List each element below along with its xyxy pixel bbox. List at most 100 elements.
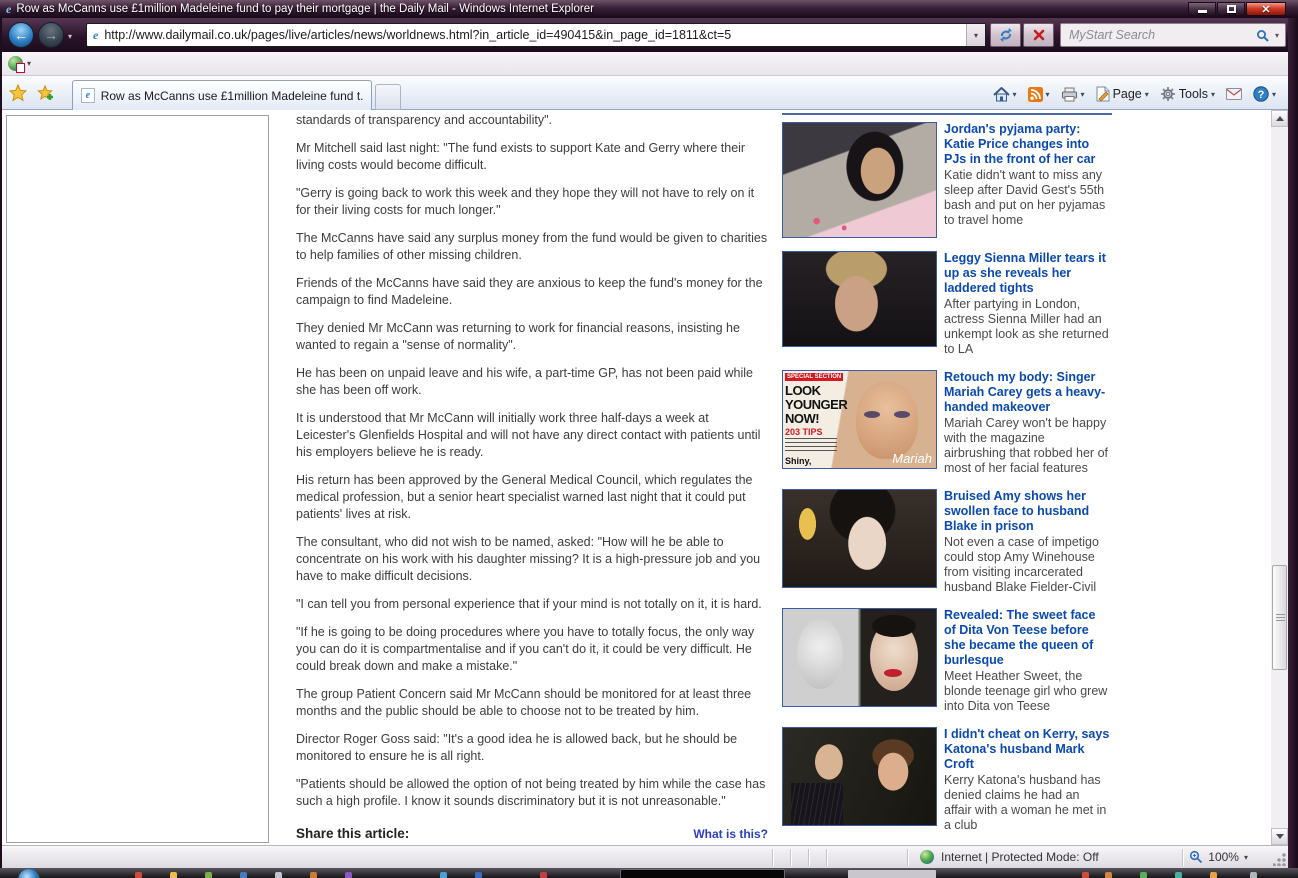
story-thumbnail-amy-winehouse[interactable]: [782, 489, 937, 588]
story-thumbnail-sienna-miller[interactable]: [782, 251, 937, 347]
stop-button[interactable]: [1023, 23, 1054, 47]
scroll-up-button[interactable]: [1271, 110, 1288, 127]
feeds-dropdown-icon[interactable]: ▾: [1046, 90, 1050, 99]
story-headline[interactable]: Jordan's pyjama party: Katie Price chang…: [944, 122, 1110, 167]
help-button[interactable]: ? ▾: [1249, 84, 1280, 104]
magazine-cover-name: Mariah: [892, 451, 932, 466]
sidebar-femail-stories: Jordan's pyjama party: Katie Price chang…: [782, 110, 1112, 845]
story-headline[interactable]: I didn't cheat on Kerry, says Katona's h…: [944, 727, 1110, 772]
taskbar-icon[interactable]: [345, 872, 352, 878]
rss-icon: [1028, 87, 1043, 102]
tray-icon[interactable]: [1175, 872, 1182, 878]
sidebar-story: SPECIAL SECTION LOOK YOUNGER NOW! 203 TI…: [782, 370, 1112, 476]
email-button[interactable]: [1222, 86, 1246, 102]
taskbar-icon[interactable]: [475, 872, 482, 878]
page-dropdown-icon[interactable]: ▾: [1145, 90, 1149, 99]
page-menu-button[interactable]: Page ▾: [1092, 84, 1153, 104]
feeds-button[interactable]: ▾: [1024, 85, 1054, 104]
story-thumbnail-katie-price[interactable]: [782, 122, 937, 238]
taskbar-window-button[interactable]: [848, 870, 936, 878]
story-thumbnail-dita-von-teese[interactable]: [782, 608, 937, 707]
tools-menu-label: Tools: [1179, 87, 1208, 101]
magazine-tips: 203 TIPS: [785, 427, 823, 437]
minimize-button[interactable]: [1188, 2, 1216, 16]
tray-icon[interactable]: [1105, 872, 1112, 878]
favorites-button[interactable]: [6, 82, 30, 104]
tools-dropdown-icon[interactable]: ▾: [1211, 90, 1215, 99]
what-is-this-link[interactable]: What is this?: [693, 827, 768, 841]
resize-grip[interactable]: [1273, 853, 1286, 866]
taskbar-icon[interactable]: [240, 872, 247, 878]
scrollbar-thumb[interactable]: [1272, 565, 1287, 670]
sidebar-story: Leggy Sienna Miller tears it up as she r…: [782, 251, 1112, 357]
new-tab-button[interactable]: [375, 84, 401, 110]
taskbar-icon[interactable]: [275, 872, 282, 878]
url-input[interactable]: [104, 28, 966, 42]
stop-icon: [1033, 29, 1045, 41]
address-dropdown-icon[interactable]: ▾: [966, 24, 985, 46]
minimize-icon: [1198, 10, 1207, 13]
maximize-button[interactable]: [1217, 2, 1245, 16]
gear-icon: [1160, 86, 1176, 102]
story-blurb: Meet Heather Sweet, the blonde teenage g…: [944, 669, 1110, 714]
status-separator: [790, 849, 791, 866]
navigation-bar: ← → ▾ e ▾: [0, 18, 1298, 52]
add-favorite-button[interactable]: [34, 82, 58, 104]
tab-mccann-article[interactable]: e Row as McCanns use £1million Madeleine…: [72, 80, 372, 110]
home-dropdown-icon[interactable]: ▾: [1013, 90, 1017, 99]
taskbar-icon[interactable]: [170, 872, 177, 878]
article-paragraph: It is understood that Mr McCann will ini…: [296, 410, 768, 461]
help-dropdown-icon[interactable]: ▾: [1272, 90, 1276, 99]
tray-icon[interactable]: [1082, 872, 1089, 878]
refresh-button[interactable]: [990, 23, 1021, 47]
sidebar-story: Jordan's pyjama party: Katie Price chang…: [782, 122, 1112, 238]
taskbar-icon[interactable]: [135, 872, 142, 878]
window-frame-right: [1288, 18, 1298, 868]
print-dropdown-icon[interactable]: ▾: [1081, 90, 1085, 99]
window-frame-left: [0, 18, 2, 868]
taskbar-icon[interactable]: [440, 872, 447, 878]
zoom-level: 100%: [1208, 850, 1239, 864]
search-box[interactable]: ▾: [1060, 23, 1286, 47]
sidebar-divider: [782, 113, 1112, 115]
story-thumbnail-mariah-carey[interactable]: SPECIAL SECTION LOOK YOUNGER NOW! 203 TI…: [782, 370, 937, 469]
story-thumbnail-mark-croft[interactable]: [782, 727, 937, 826]
story-headline[interactable]: Bruised Amy shows her swollen face to hu…: [944, 489, 1110, 534]
internet-zone-icon: [920, 850, 934, 864]
status-separator: [772, 849, 773, 866]
scroll-down-button[interactable]: [1271, 828, 1288, 845]
tools-menu-button[interactable]: Tools ▾: [1156, 84, 1219, 104]
search-input[interactable]: [1061, 28, 1252, 42]
story-headline[interactable]: Retouch my body: Singer Mariah Carey get…: [944, 370, 1110, 415]
sidebar-story: I didn't cheat on Kerry, says Katona's h…: [782, 727, 1112, 833]
vertical-scrollbar[interactable]: [1271, 110, 1288, 845]
forward-button[interactable]: →: [38, 22, 64, 48]
close-button[interactable]: ✕: [1246, 2, 1286, 16]
zoom-control[interactable]: 100% ▾: [1189, 850, 1248, 864]
taskbar-icon[interactable]: [540, 872, 547, 878]
print-button[interactable]: ▾: [1057, 85, 1089, 104]
tab-band: e Row as McCanns use £1million Madeleine…: [2, 76, 1288, 110]
zoom-dropdown-icon[interactable]: ▾: [1244, 853, 1248, 862]
taskbar-icon[interactable]: [310, 872, 317, 878]
home-button[interactable]: ▾: [989, 85, 1021, 104]
history-dropdown-icon[interactable]: ▾: [68, 32, 72, 41]
taskbar-window-button[interactable]: [620, 869, 785, 878]
story-headline[interactable]: Revealed: The sweet face of Dita Von Tee…: [944, 608, 1110, 668]
magazine-face-eye: [894, 411, 910, 418]
sidebar-story: Revealed: The sweet face of Dita Von Tee…: [782, 608, 1112, 714]
dita-now-photo-art: [870, 621, 918, 691]
address-bar[interactable]: e ▾: [86, 23, 986, 47]
story-headline[interactable]: Leggy Sienna Miller tears it up as she r…: [944, 251, 1110, 296]
tray-icon[interactable]: [1210, 872, 1217, 878]
tray-icon[interactable]: [1250, 872, 1257, 878]
search-icon[interactable]: [1252, 29, 1273, 42]
taskbar-icon[interactable]: [205, 872, 212, 878]
addon-globe-icon[interactable]: [8, 56, 23, 71]
article-paragraph: standards of transparency and accountabi…: [296, 112, 768, 129]
tray-icon[interactable]: [1140, 872, 1147, 878]
start-button[interactable]: [18, 869, 40, 878]
back-button[interactable]: ←: [8, 22, 34, 48]
addon-dropdown-icon[interactable]: ▾: [27, 59, 31, 68]
search-dropdown-icon[interactable]: ▾: [1273, 31, 1285, 40]
